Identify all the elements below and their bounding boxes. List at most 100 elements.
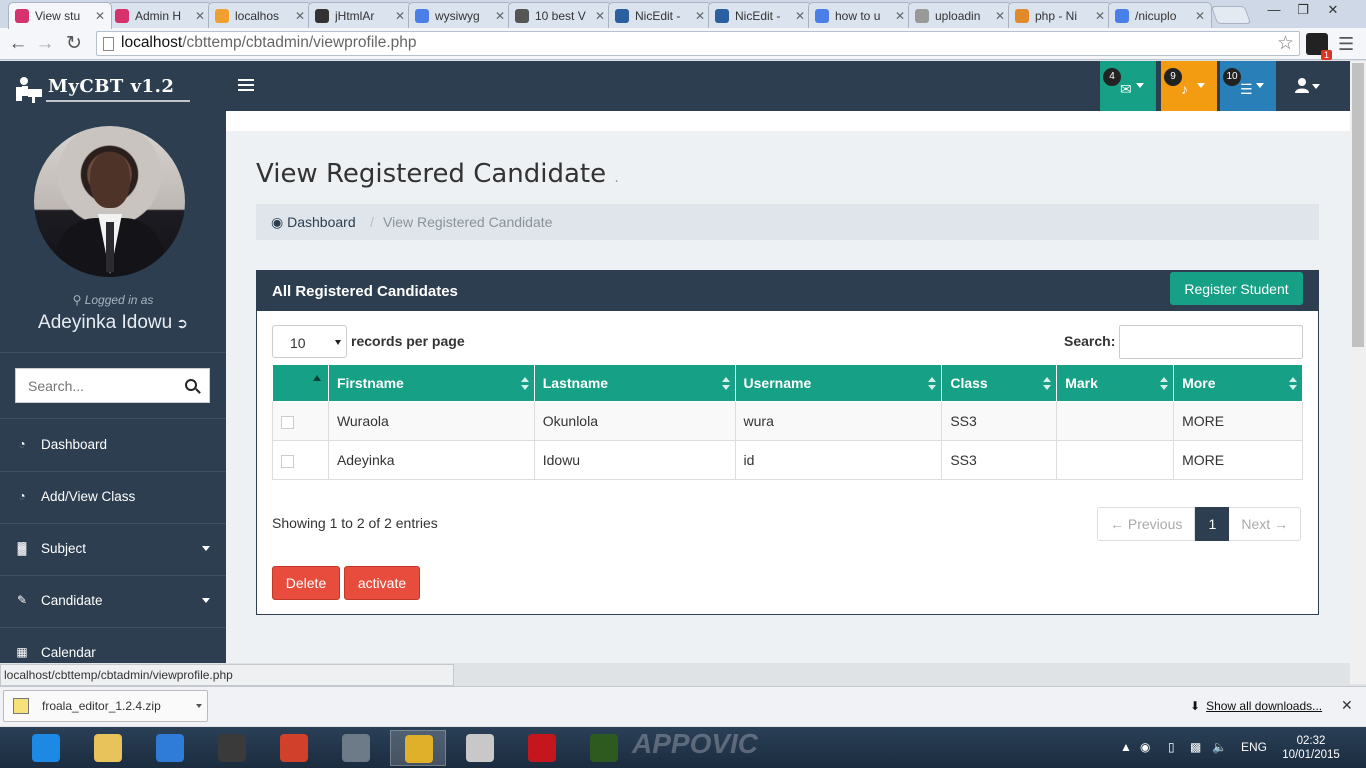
bookmark-star-icon[interactable]: ☆ (1277, 32, 1294, 55)
bell-icon: ♪ (1181, 81, 1188, 97)
sign-out-icon[interactable]: ➲ (176, 315, 188, 331)
taskbar-app[interactable] (328, 730, 384, 766)
address-url[interactable]: localhost/cbttemp/cbtadmin/viewprofile.p… (121, 34, 417, 52)
previous-page-button[interactable]: ← Previous (1097, 507, 1196, 541)
sidebar-search-input[interactable] (16, 369, 176, 402)
next-page-button[interactable]: Next → (1229, 507, 1302, 541)
close-tab-icon[interactable]: ✕ (1195, 9, 1205, 23)
row-checkbox[interactable] (281, 454, 294, 468)
close-tab-icon[interactable]: ✕ (1095, 9, 1105, 23)
column-header-username[interactable]: Username (734, 364, 943, 402)
column-header-class[interactable]: Class (941, 364, 1058, 402)
browser-tab[interactable]: /nicuplo ✕ (1108, 2, 1212, 28)
page-1-button[interactable]: 1 (1195, 507, 1230, 541)
close-tab-icon[interactable]: ✕ (995, 9, 1005, 23)
page-scrollbar[interactable] (1350, 61, 1366, 684)
browser-tab[interactable]: View stu ✕ (8, 2, 112, 29)
forward-arrow-icon[interactable]: → (33, 32, 57, 56)
reload-icon[interactable]: ↻ (62, 32, 86, 56)
taskbar-app[interactable] (576, 730, 632, 766)
taskbar-app[interactable] (390, 730, 446, 766)
extension-button[interactable]: 1 (1306, 33, 1332, 60)
close-tab-icon[interactable]: ✕ (495, 9, 505, 23)
scrollbar-thumb[interactable] (1352, 63, 1364, 347)
signal-icon[interactable]: ▩ (1190, 740, 1201, 754)
table-row[interactable]: Adeyinka Idowu id SS3 MORE (272, 440, 1303, 480)
table-search-input[interactable] (1119, 325, 1303, 359)
tray-app-icon[interactable]: ◉ (1140, 740, 1150, 754)
browser-tab[interactable]: Admin H ✕ (108, 2, 212, 28)
taskbar-app[interactable] (452, 730, 508, 766)
table-row[interactable]: Wuraola Okunlola wura SS3 MORE (272, 401, 1303, 441)
close-tab-icon[interactable]: ✕ (95, 9, 105, 23)
column-header-select[interactable] (272, 364, 329, 402)
user-menu-button[interactable] (1290, 75, 1330, 97)
browser-menu-icon[interactable]: ☰ (1338, 34, 1354, 55)
close-tab-icon[interactable]: ✕ (895, 9, 905, 23)
sidebar-toggle-icon[interactable] (238, 79, 254, 93)
cell-more[interactable]: MORE (1173, 401, 1303, 441)
bell-menu-button[interactable]: 9 ♪ (1161, 61, 1217, 111)
tasks-menu-button[interactable]: 10 ☰ (1220, 61, 1276, 111)
browser-tab[interactable]: wysiwyg ✕ (408, 2, 512, 28)
close-tab-icon[interactable]: ✕ (395, 9, 405, 23)
minimize-icon[interactable]: — (1264, 2, 1284, 17)
volume-icon[interactable]: 🔈 (1212, 740, 1227, 754)
sidebar-item-candidate[interactable]: ✎ Candidate (0, 575, 226, 627)
download-item[interactable]: froala_editor_1.2.4.zip (3, 690, 208, 722)
search-icon[interactable] (185, 379, 197, 391)
taskbar-app[interactable] (514, 730, 570, 766)
clock[interactable]: 02:32 10/01/2015 (1280, 734, 1342, 762)
taskbar-app[interactable] (18, 730, 74, 766)
register-student-button[interactable]: Register Student (1170, 272, 1303, 305)
reader-icon (466, 734, 494, 762)
close-window-icon[interactable]: ✕ (1323, 2, 1343, 18)
user-name[interactable]: Adeyinka Idowu ➲ (0, 312, 226, 334)
sidebar-item-add-view-class[interactable]: ◔ Add/View Class (0, 471, 226, 523)
new-tab-button[interactable] (1210, 6, 1252, 24)
back-arrow-icon[interactable]: ← (6, 32, 30, 56)
close-tab-icon[interactable]: ✕ (795, 9, 805, 23)
taskbar-app[interactable] (266, 730, 322, 766)
column-header-lastname[interactable]: Lastname (533, 364, 736, 402)
download-menu-icon[interactable] (196, 704, 202, 708)
row-checkbox[interactable] (281, 415, 294, 429)
brand-logo[interactable]: MyCBT v1.2 (14, 74, 190, 104)
taskbar-app[interactable] (142, 730, 198, 766)
close-tab-icon[interactable]: ✕ (695, 9, 705, 23)
taskbar-app[interactable] (204, 730, 260, 766)
delete-button[interactable]: Delete (272, 566, 340, 600)
maximize-icon[interactable]: ❐ (1293, 2, 1313, 18)
browser-tab[interactable]: jHtmlAr ✕ (308, 2, 412, 28)
browser-tab[interactable]: uploadin ✕ (908, 2, 1012, 28)
browser-tab[interactable]: php - Ni ✕ (1008, 2, 1112, 28)
address-bar[interactable]: localhost/cbttemp/cbtadmin/viewprofile.p… (96, 31, 1300, 56)
close-tab-icon[interactable]: ✕ (195, 9, 205, 23)
row-select-cell (272, 401, 329, 441)
column-header-more[interactable]: More (1173, 364, 1303, 402)
cell-more[interactable]: MORE (1173, 440, 1303, 480)
taskbar-app[interactable] (80, 730, 136, 766)
breadcrumb-dashboard[interactable]: ◉ Dashboard (271, 214, 356, 231)
tray-expand-icon[interactable]: ▲ (1120, 740, 1132, 754)
browser-tab[interactable]: NicEdit - ✕ (608, 2, 712, 28)
column-header-mark[interactable]: Mark (1056, 364, 1175, 402)
close-shelf-icon[interactable]: ✕ (1341, 697, 1353, 714)
browser-tab[interactable]: localhos ✕ (208, 2, 312, 28)
browser-tab[interactable]: 10 best V ✕ (508, 2, 612, 28)
browser-tab[interactable]: NicEdit - ✕ (708, 2, 812, 28)
calendar-icon: ▦ (16, 645, 28, 659)
envelope-menu-button[interactable]: 4 ✉ (1100, 61, 1156, 111)
sidebar-item-dashboard[interactable]: ◔ Dashboard (0, 419, 226, 471)
show-all-downloads-link[interactable]: ⬇ Show all downloads... (1190, 699, 1322, 713)
chevron-down-icon (1312, 84, 1320, 89)
language-indicator[interactable]: ENG (1241, 740, 1267, 754)
close-tab-icon[interactable]: ✕ (295, 9, 305, 23)
sidebar-item-subject[interactable]: ▓ Subject (0, 523, 226, 575)
column-header-firstname[interactable]: Firstname (327, 364, 535, 402)
close-tab-icon[interactable]: ✕ (595, 9, 605, 23)
activate-button[interactable]: activate (344, 566, 420, 600)
battery-icon[interactable]: ▯ (1168, 740, 1175, 754)
records-per-page-select[interactable]: 10 (272, 325, 347, 358)
browser-tab[interactable]: how to u ✕ (808, 2, 912, 28)
